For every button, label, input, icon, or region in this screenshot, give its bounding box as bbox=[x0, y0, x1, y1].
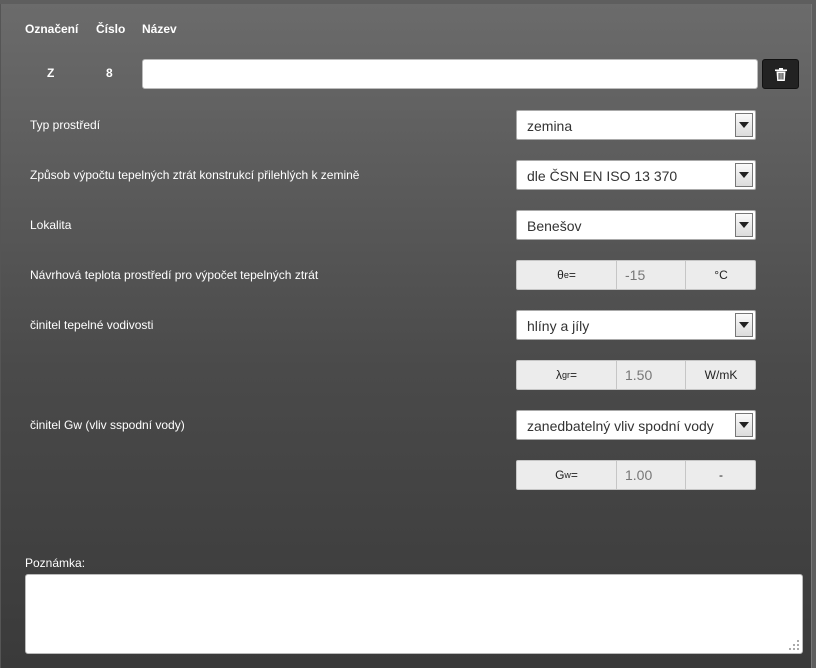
caret-down-icon[interactable] bbox=[735, 413, 753, 437]
lokalita-label: Lokalita bbox=[30, 218, 72, 232]
trash-icon bbox=[774, 67, 787, 81]
gw-label: činitel Gw (vliv sspodní vody) bbox=[30, 418, 185, 432]
note-label: Poznámka: bbox=[25, 556, 86, 570]
zpusob-value: dle ČSN EN ISO 13 370 bbox=[527, 168, 678, 184]
lambda-gr-symbol: λ gr = bbox=[517, 361, 617, 389]
theta-e-symbol: θ e = bbox=[517, 261, 617, 289]
vodivost-select[interactable]: hlíny a jíly bbox=[516, 310, 756, 340]
teplota-value: -15 bbox=[618, 261, 686, 289]
zpusob-label: Způsob výpočtu tepelných ztrát konstrukc… bbox=[30, 168, 360, 182]
header-cislo: Číslo bbox=[96, 22, 126, 36]
header-nazev: Název bbox=[142, 22, 177, 36]
gw-unit: - bbox=[719, 468, 723, 482]
lokalita-value: Benešov bbox=[527, 218, 582, 234]
resize-grip-icon[interactable] bbox=[788, 639, 800, 651]
oznaceni-value: Z bbox=[47, 66, 55, 80]
lambda-unit: W/mK bbox=[704, 368, 738, 382]
cislo-value: 8 bbox=[106, 66, 113, 80]
vodivost-value: hlíny a jíly bbox=[527, 318, 590, 334]
typ-prostredi-value: zemina bbox=[527, 118, 573, 134]
typ-prostredi-label: Typ prostředí bbox=[30, 118, 101, 132]
vodivost-label: činitel tepelné vodivosti bbox=[30, 318, 154, 332]
caret-down-icon[interactable] bbox=[735, 213, 753, 237]
teplota-unit: °C bbox=[714, 268, 728, 282]
caret-down-icon[interactable] bbox=[735, 113, 753, 137]
lokalita-select[interactable]: Benešov bbox=[516, 210, 756, 240]
note-textarea[interactable] bbox=[25, 574, 803, 654]
gw-symbol: Gw = bbox=[517, 461, 617, 489]
caret-down-icon[interactable] bbox=[735, 163, 753, 187]
caret-down-icon[interactable] bbox=[735, 313, 753, 337]
gw-value-select: zanedbatelný vliv spodní vody bbox=[527, 418, 714, 434]
gw-select[interactable]: zanedbatelný vliv spodní vody bbox=[516, 410, 756, 440]
header-oznaceni: Označení bbox=[25, 22, 79, 36]
teplota-label: Návrhová teplota prostředí pro výpočet t… bbox=[30, 268, 319, 282]
teplota-group: θ e = -15 °C bbox=[516, 260, 756, 290]
gw-value: 1.00 bbox=[618, 461, 686, 489]
name-input[interactable] bbox=[142, 59, 758, 89]
gw-group: Gw = 1.00 - bbox=[516, 460, 756, 490]
lambda-group: λ gr = 1.50 W/mK bbox=[516, 360, 756, 390]
typ-prostredi-select[interactable]: zemina bbox=[516, 110, 756, 140]
delete-button[interactable] bbox=[762, 59, 799, 89]
form-panel: Označení Číslo Název Z 8 Typ prostředí z… bbox=[0, 4, 812, 668]
zpusob-select[interactable]: dle ČSN EN ISO 13 370 bbox=[516, 160, 756, 190]
lambda-value: 1.50 bbox=[618, 361, 686, 389]
